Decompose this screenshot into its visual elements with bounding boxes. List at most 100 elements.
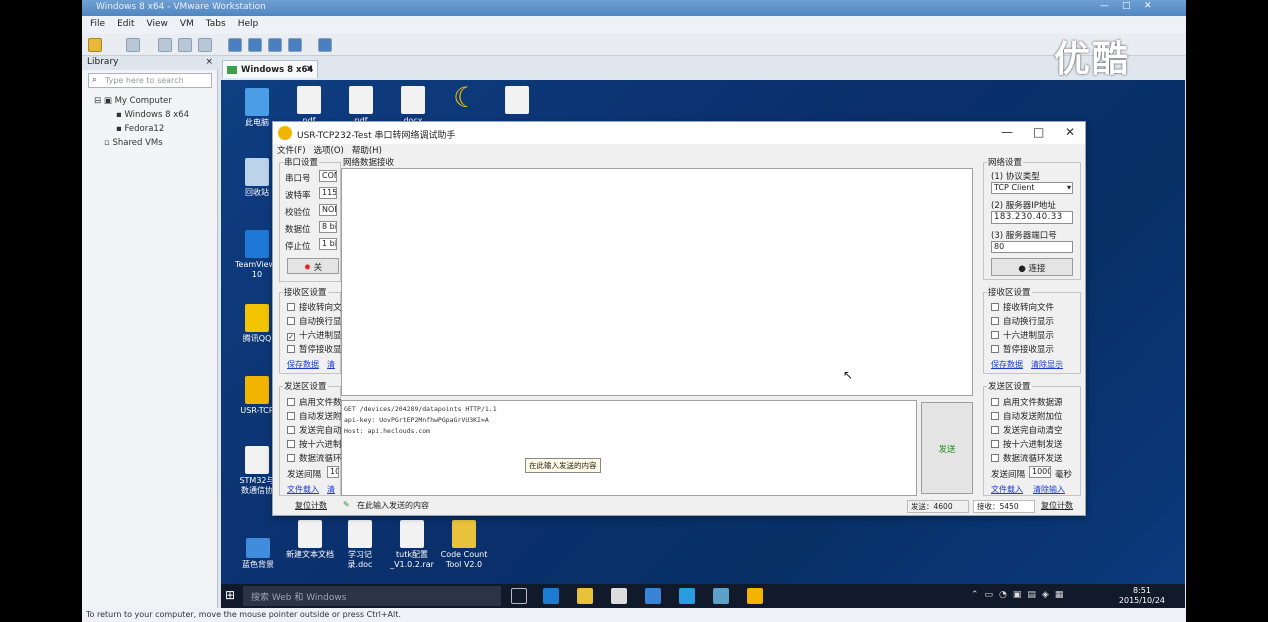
- system-tray-icons[interactable]: ⌃▭◔▣▤◈▦: [971, 590, 1091, 602]
- loop-send-checkbox-right[interactable]: 数据流循环发送: [991, 452, 1063, 464]
- recv-to-file-checkbox-right[interactable]: 接收转向文件: [991, 301, 1054, 313]
- console-view-icon[interactable]: [318, 38, 332, 52]
- desktop-icon-bottom-5[interactable]: Code Count Tool V2.0: [437, 520, 491, 570]
- task-view-icon[interactable]: [511, 588, 527, 604]
- serial-open-button[interactable]: ✹ 关: [287, 258, 339, 274]
- store-icon[interactable]: [611, 588, 627, 604]
- thumbnail-icon[interactable]: [248, 38, 262, 52]
- app-icon[interactable]: [645, 588, 661, 604]
- protocol-select[interactable]: TCP Client ▾: [991, 182, 1073, 194]
- send-text-area[interactable]: GET /devices/204289/datapoints HTTP/1.1 …: [341, 400, 917, 496]
- send-button[interactable]: 发送: [921, 402, 973, 494]
- unity-icon[interactable]: [288, 38, 302, 52]
- auto-append-checkbox-right[interactable]: 自动发送附加位: [991, 410, 1063, 422]
- data-bits-select[interactable]: 8 bit: [319, 221, 337, 233]
- sidebar-toggle-icon[interactable]: [228, 38, 242, 52]
- auto-newline-checkbox-right[interactable]: 自动换行显示: [991, 315, 1054, 327]
- send-interval-input-left[interactable]: 10: [327, 466, 339, 478]
- edge-icon[interactable]: [543, 588, 559, 604]
- clear-input-link[interactable]: 清: [327, 484, 335, 495]
- file-load-link[interactable]: 文件载入: [287, 484, 319, 495]
- close-icon[interactable]: ✕: [1144, 1, 1152, 11]
- minimize-icon[interactable]: —: [1100, 1, 1109, 11]
- pause-recv-checkbox-right[interactable]: 暂停接收显示: [991, 343, 1054, 355]
- desktop-icon-pdf2[interactable]: pdf: [339, 86, 383, 126]
- library-search-input[interactable]: Type here to search: [88, 73, 212, 88]
- tree-shared-vms[interactable]: ▫ Shared VMs: [104, 138, 163, 148]
- revert-icon[interactable]: [158, 38, 172, 52]
- server-port-input[interactable]: 80: [991, 241, 1073, 253]
- file-source-checkbox-right[interactable]: 启用文件数据源: [991, 396, 1063, 408]
- close-tab-icon[interactable]: ×: [306, 64, 313, 74]
- maximize-icon[interactable]: □: [1122, 1, 1131, 11]
- close-icon[interactable]: ✕: [1065, 125, 1075, 139]
- explorer-icon[interactable]: [577, 588, 593, 604]
- auto-append-checkbox[interactable]: 自动发送附: [287, 410, 342, 422]
- hex-send-checkbox[interactable]: 按十六进制: [287, 438, 342, 450]
- network-receive-area[interactable]: [341, 168, 973, 396]
- tree-windows8[interactable]: ▪ Windows 8 x64: [116, 110, 189, 120]
- menu-help[interactable]: 帮助(H): [352, 144, 382, 156]
- menu-view[interactable]: View: [147, 19, 168, 31]
- ie-icon[interactable]: [679, 588, 695, 604]
- menu-vm[interactable]: VM: [180, 19, 194, 31]
- desktop-icon-bottom-2[interactable]: 新建文本文档: [285, 520, 335, 560]
- baud-rate-select[interactable]: 1152: [319, 187, 337, 199]
- menu-file[interactable]: 文件(F): [277, 144, 306, 156]
- server-ip-input[interactable]: 183.230.40.33: [991, 211, 1073, 224]
- auto-clear-checkbox-right[interactable]: 发送完自动清空: [991, 424, 1063, 436]
- desktop-icon-bottom-4[interactable]: tutk配置_V1.0.2.rar: [387, 520, 437, 570]
- clear-display-link-right[interactable]: 清除显示: [1031, 359, 1063, 370]
- pause-recv-checkbox[interactable]: 暂停接收显: [287, 343, 342, 355]
- close-library-icon[interactable]: ×: [205, 57, 213, 67]
- hex-display-checkbox[interactable]: ✓ 十六进制显: [287, 329, 342, 341]
- desktop-icon-docx[interactable]: docx: [391, 86, 435, 126]
- serial-port-select[interactable]: COM: [319, 170, 337, 182]
- reset-count-link-right[interactable]: 复位计数: [1041, 500, 1073, 511]
- desktop-icon-bottom-3[interactable]: 学习记录.doc: [337, 520, 383, 570]
- taskbar-search-input[interactable]: 搜索 Web 和 Windows: [243, 586, 501, 606]
- stop-bits-select[interactable]: 1 bit: [319, 238, 337, 250]
- save-data-link-right[interactable]: 保存数据: [991, 359, 1023, 370]
- recv-to-file-checkbox[interactable]: 接收转向文: [287, 301, 342, 313]
- menu-help[interactable]: Help: [238, 19, 259, 31]
- auto-newline-checkbox[interactable]: 自动换行显: [287, 315, 342, 327]
- clear-display-link[interactable]: 清: [327, 359, 335, 370]
- file-load-link-right[interactable]: 文件载入: [991, 484, 1023, 495]
- hex-send-checkbox-right[interactable]: 按十六进制发送: [991, 438, 1063, 450]
- windows-start-icon[interactable]: ⊞: [225, 588, 235, 602]
- file-source-checkbox[interactable]: 启用文件数: [287, 396, 342, 408]
- minimize-icon[interactable]: —: [1001, 125, 1013, 139]
- taskbar-clock[interactable]: 8:51 2015/10/24: [1119, 586, 1165, 606]
- vm-tab[interactable]: Windows 8 x64 ×: [222, 60, 318, 78]
- menu-options[interactable]: 选项(O): [314, 144, 344, 156]
- auto-clear-checkbox[interactable]: 发送完自动: [287, 424, 342, 436]
- parity-select[interactable]: NON: [319, 204, 337, 216]
- menu-file[interactable]: File: [90, 19, 105, 31]
- connect-button[interactable]: ● 连接: [991, 258, 1073, 276]
- clear-input-link-right[interactable]: 清除输入: [1033, 484, 1065, 495]
- loop-send-checkbox[interactable]: 数据流循环: [287, 452, 342, 464]
- maximize-icon[interactable]: □: [1033, 125, 1044, 139]
- usr-title-bar[interactable]: USR-TCP232-Test 串口转网络调试助手 — □ ✕: [273, 122, 1085, 144]
- desktop-icon-blank[interactable]: [495, 86, 539, 116]
- save-data-link[interactable]: 保存数据: [287, 359, 319, 370]
- manage-snapshot-icon[interactable]: [178, 38, 192, 52]
- send-interval-input-right[interactable]: 1000: [1029, 466, 1051, 478]
- snapshot-manager-icon[interactable]: [198, 38, 212, 52]
- tree-fedora[interactable]: ▪ Fedora12: [116, 124, 164, 134]
- power-icon[interactable]: [88, 38, 102, 52]
- tree-my-computer[interactable]: ⊟ ▣ My Computer: [94, 96, 172, 106]
- reset-count-link[interactable]: 复位计数: [295, 500, 327, 511]
- desktop-icon-bottom-1[interactable]: 蓝色背景: [235, 530, 281, 570]
- desktop-icon-pdf1[interactable]: pdf: [287, 86, 331, 126]
- hex-display-checkbox-right[interactable]: 十六进制显示: [991, 329, 1054, 341]
- fullscreen-icon[interactable]: [268, 38, 282, 52]
- menu-tabs[interactable]: Tabs: [206, 19, 226, 31]
- tool-icon[interactable]: [713, 588, 729, 604]
- menu-edit[interactable]: Edit: [117, 19, 134, 31]
- snapshot-icon[interactable]: [126, 38, 140, 52]
- vmware-title-bar[interactable]: Windows 8 x64 - VMware Workstation — □ ✕: [82, 0, 1186, 16]
- usr-taskbar-icon[interactable]: [747, 588, 763, 604]
- desktop-icon-moon[interactable]: ☾: [443, 84, 487, 114]
